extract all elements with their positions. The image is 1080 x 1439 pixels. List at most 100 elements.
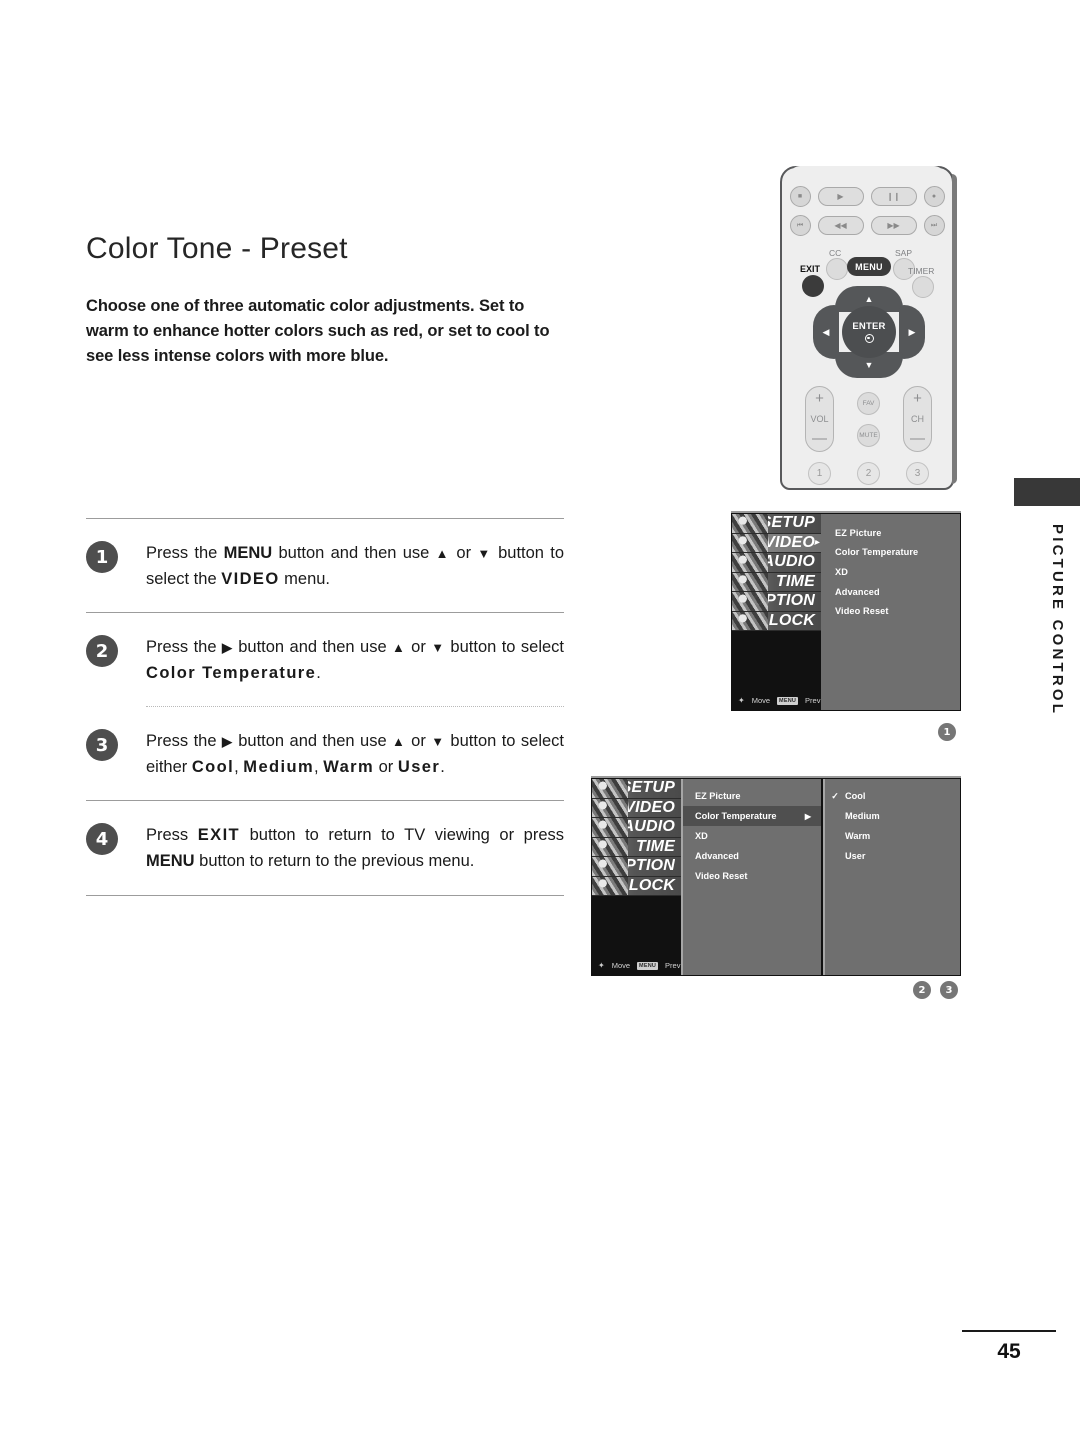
osd1-hint-move-label: Move bbox=[751, 696, 771, 705]
osd2-item-xd[interactable]: XD bbox=[683, 826, 821, 846]
step-3-sep1: , bbox=[234, 757, 244, 776]
step-3-warm-key: Warm bbox=[323, 757, 375, 776]
step-1-text: Press the MENU button and then use ▲ or … bbox=[146, 541, 564, 592]
step-1-mid: button and then use bbox=[272, 544, 436, 562]
osd2-sidebar-label-lock: LOCK bbox=[628, 876, 675, 894]
right-arrow-icon: ▶ bbox=[221, 734, 233, 750]
osd2-sidebar-item-audio[interactable]: AUDIO bbox=[592, 818, 681, 838]
osd1-sidebar-item-video[interactable]: VIDEO ▶ bbox=[732, 533, 821, 553]
channel-down-icon[interactable]: — bbox=[910, 431, 925, 446]
stop-icon[interactable]: ■ bbox=[789, 186, 811, 207]
channel-rocker[interactable]: + CH — bbox=[903, 386, 932, 452]
skip-back-icon[interactable]: ⏮ bbox=[789, 215, 811, 236]
osd1-item-xd[interactable]: XD bbox=[835, 562, 960, 582]
osd1-sidebar-label-setup: SETUP bbox=[760, 514, 815, 532]
osd2-item-advanced[interactable]: Advanced bbox=[683, 846, 821, 866]
osd2-item-video-reset[interactable]: Video Reset bbox=[683, 866, 821, 886]
dpad-left-button[interactable]: ◀ bbox=[813, 305, 839, 359]
pause-icon[interactable]: ❙❙ bbox=[870, 187, 917, 206]
record-icon[interactable]: ● bbox=[923, 186, 945, 207]
step-1-end: menu. bbox=[279, 569, 331, 588]
step-4-end: button to return to the previous menu. bbox=[194, 851, 475, 870]
volume-up-icon[interactable]: + bbox=[815, 391, 824, 406]
fast-forward-icon[interactable]: ▶▶ bbox=[870, 216, 917, 235]
skip-forward-icon[interactable]: ⏭ bbox=[923, 215, 945, 236]
osd2-item-xd-label: XD bbox=[695, 831, 708, 841]
intro-paragraph: Choose one of three automatic color adju… bbox=[86, 297, 550, 366]
osd2-item-color-temperature[interactable]: Color Temperature ▶ bbox=[683, 806, 821, 826]
step-1: 1 Press the MENU button and then use ▲ o… bbox=[86, 519, 564, 612]
step-marker-2: 2 bbox=[913, 981, 931, 999]
up-arrow-icon: ▲ bbox=[392, 640, 406, 656]
osd1-sidebar-item-setup[interactable]: SETUP bbox=[732, 514, 821, 534]
osd2-submenu: ✓ Cool Medium Warm User bbox=[823, 779, 960, 975]
fav-button[interactable]: FAV bbox=[857, 392, 880, 415]
chevron-right-icon: ▶ bbox=[814, 540, 820, 547]
step-4-menu-key: MENU bbox=[146, 851, 195, 870]
number-button-1[interactable]: 1 bbox=[808, 462, 831, 485]
step-3-pre: Press the bbox=[146, 732, 222, 751]
osd2-option-user[interactable]: User bbox=[825, 846, 960, 866]
rewind-icon[interactable]: ◀◀ bbox=[817, 216, 864, 235]
step-3-sep3: or bbox=[374, 757, 398, 776]
osd2-sidebar-item-video[interactable]: VIDEO bbox=[592, 798, 681, 818]
osd2-option-warm-label: Warm bbox=[845, 831, 871, 841]
footer-rule bbox=[962, 1330, 1056, 1332]
osd1-item-color-temperature[interactable]: Color Temperature bbox=[835, 543, 960, 563]
play-icon[interactable]: ▶ bbox=[817, 187, 864, 206]
osd1-item-advanced[interactable]: Advanced bbox=[835, 582, 960, 602]
osd1-item-ez-picture[interactable]: EZ Picture bbox=[835, 523, 960, 543]
step-2-color-temperature-key: Color Temperature bbox=[146, 663, 317, 682]
osd1-sidebar-label-lock: LOCK bbox=[768, 611, 815, 629]
menu-button[interactable]: MENU bbox=[847, 257, 891, 276]
step-1-or: or bbox=[450, 544, 478, 562]
number-button-2[interactable]: 2 bbox=[857, 462, 880, 485]
channel-up-icon[interactable]: + bbox=[913, 391, 922, 406]
osd1-sidebar-item-time[interactable]: TIME bbox=[732, 572, 821, 592]
osd-screenshot-2: SETUP VIDEO AUDIO TIME OPTION LOCK ✦ Mov… bbox=[591, 776, 961, 976]
step-3: 3 Press the ▶ button and then use ▲ or ▼… bbox=[86, 707, 564, 800]
dpad-right-button[interactable]: ▶ bbox=[899, 305, 925, 359]
setup-thumbnail-icon bbox=[732, 514, 768, 533]
osd2-sidebar-item-option[interactable]: OPTION bbox=[592, 857, 681, 877]
osd-screenshot-1: SETUP VIDEO ▶ AUDIO TIME OPTION LOCK ✦ M… bbox=[731, 511, 961, 711]
down-arrow-icon: ▼ bbox=[431, 640, 445, 656]
osd2-option-warm[interactable]: Warm bbox=[825, 826, 960, 846]
volume-down-icon[interactable]: — bbox=[812, 431, 827, 446]
osd2-sidebar-item-time[interactable]: TIME bbox=[592, 837, 681, 857]
step-3-number: 3 bbox=[86, 729, 118, 762]
remote-control-illustration: ■ ▶ ❙❙ ● ⏮ ◀◀ ▶▶ ⏭ CC MENU SAP EXIT TIME… bbox=[780, 166, 957, 490]
osd2-sidebar-item-lock[interactable]: LOCK bbox=[592, 876, 681, 896]
time-thumbnail-icon bbox=[732, 572, 768, 591]
step-2-text: Press the ▶ button and then use ▲ or ▼ b… bbox=[146, 635, 564, 686]
manual-page: Color Tone - Preset Choose one of three … bbox=[0, 0, 1080, 1439]
step-2-end: . bbox=[316, 663, 321, 682]
steps-list: 1 Press the MENU button and then use ▲ o… bbox=[86, 518, 564, 896]
osd1-sidebar-item-audio[interactable]: AUDIO bbox=[732, 553, 821, 573]
osd1-sidebar-label-time: TIME bbox=[775, 572, 815, 590]
enter-label: ENTER bbox=[852, 321, 886, 332]
volume-rocker[interactable]: + VOL — bbox=[805, 386, 834, 452]
time-thumbnail-icon bbox=[592, 837, 628, 856]
cc-button[interactable] bbox=[826, 258, 848, 280]
osd2-item-ez-picture[interactable]: EZ Picture bbox=[683, 786, 821, 806]
step-3-medium-key: Medium bbox=[243, 757, 315, 776]
timer-label: TIMER bbox=[908, 266, 935, 276]
audio-thumbnail-icon bbox=[732, 553, 768, 572]
side-tab-label: PICTURE CONTROL bbox=[1049, 524, 1066, 717]
mute-button[interactable]: MUTE bbox=[857, 424, 880, 447]
step-1-pre: Press the bbox=[146, 544, 224, 562]
setup-thumbnail-icon bbox=[592, 779, 628, 798]
number-button-3[interactable]: 3 bbox=[906, 462, 929, 485]
audio-thumbnail-icon bbox=[592, 818, 628, 837]
enter-button[interactable]: ENTER bbox=[842, 306, 896, 358]
osd1-sidebar-label-audio: AUDIO bbox=[762, 553, 815, 571]
osd1-sidebar-item-lock[interactable]: LOCK bbox=[732, 611, 821, 631]
osd1-item-video-reset[interactable]: Video Reset bbox=[835, 601, 960, 621]
osd2-option-cool[interactable]: ✓ Cool bbox=[825, 786, 960, 806]
osd2-sidebar-item-setup[interactable]: SETUP bbox=[592, 779, 681, 799]
osd2-option-medium[interactable]: Medium bbox=[825, 806, 960, 826]
step-2-number: 2 bbox=[86, 635, 118, 668]
step-4-exit-key: EXIT bbox=[197, 826, 241, 845]
osd1-sidebar-item-option[interactable]: OPTION bbox=[732, 592, 821, 612]
